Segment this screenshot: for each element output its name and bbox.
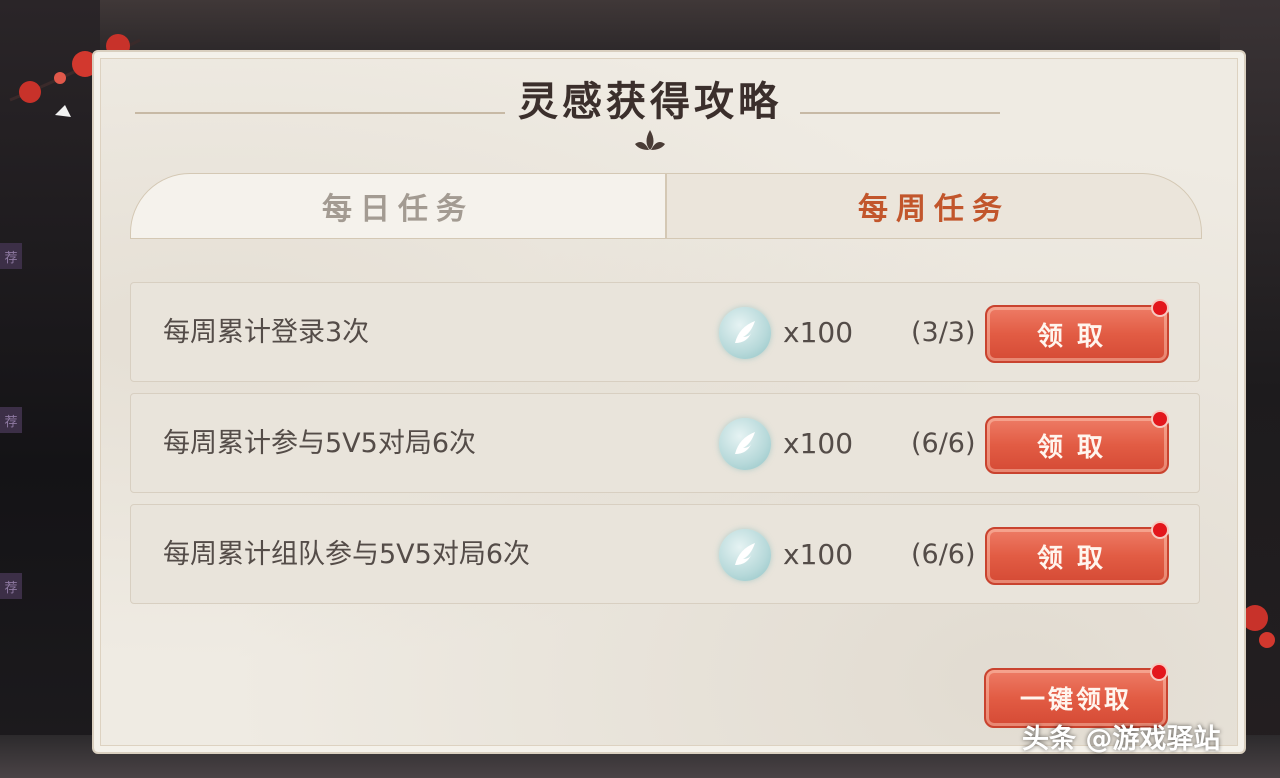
task-progress: (3/3) xyxy=(911,317,976,348)
title-divider-left xyxy=(135,112,505,114)
tab-daily-tasks[interactable]: 每日任务 xyxy=(130,173,666,239)
task-progress: (6/6) xyxy=(911,539,976,570)
task-progress: (6/6) xyxy=(911,428,976,459)
side-tag: 荐 xyxy=(0,243,22,269)
claim-button[interactable]: 领取 xyxy=(985,416,1169,474)
inspiration-feather-icon xyxy=(719,418,771,470)
reward-count: x100 xyxy=(783,538,854,571)
notification-dot xyxy=(1150,663,1168,681)
claim-button[interactable]: 领取 xyxy=(985,527,1169,585)
lotus-ornament-icon xyxy=(635,130,665,150)
inspiration-feather-icon xyxy=(719,307,771,359)
task-row: 每周累计参与5V5对局6次 x100 (6/6) 领取 xyxy=(130,393,1200,493)
task-name: 每周累计登录3次 xyxy=(163,317,370,348)
notification-dot xyxy=(1151,521,1169,539)
task-row: 每周累计登录3次 x100 (3/3) 领取 xyxy=(130,282,1200,382)
title-divider-right xyxy=(800,112,1000,114)
task-name: 每周累计组队参与5V5对局6次 xyxy=(163,539,531,570)
side-tag: 荐 xyxy=(0,407,22,433)
notification-dot xyxy=(1151,410,1169,428)
title-banner: 灵感获得攻略 xyxy=(500,70,800,150)
watermark: 头条 @游戏驿站 xyxy=(1022,724,1221,755)
notification-dot xyxy=(1151,299,1169,317)
side-tag: 荐 xyxy=(0,573,22,599)
task-row: 每周累计组队参与5V5对局6次 x100 (6/6) 领取 xyxy=(130,504,1200,604)
reward-count: x100 xyxy=(783,427,854,460)
claim-button[interactable]: 领取 xyxy=(985,305,1169,363)
page-title: 灵感获得攻略 xyxy=(518,78,782,125)
tab-weekly-tasks[interactable]: 每周任务 xyxy=(666,173,1202,239)
task-name: 每周累计参与5V5对局6次 xyxy=(163,428,477,459)
task-tabs: 每日任务 每周任务 xyxy=(130,173,1202,239)
inspiration-feather-icon xyxy=(719,529,771,581)
reward-count: x100 xyxy=(783,316,854,349)
